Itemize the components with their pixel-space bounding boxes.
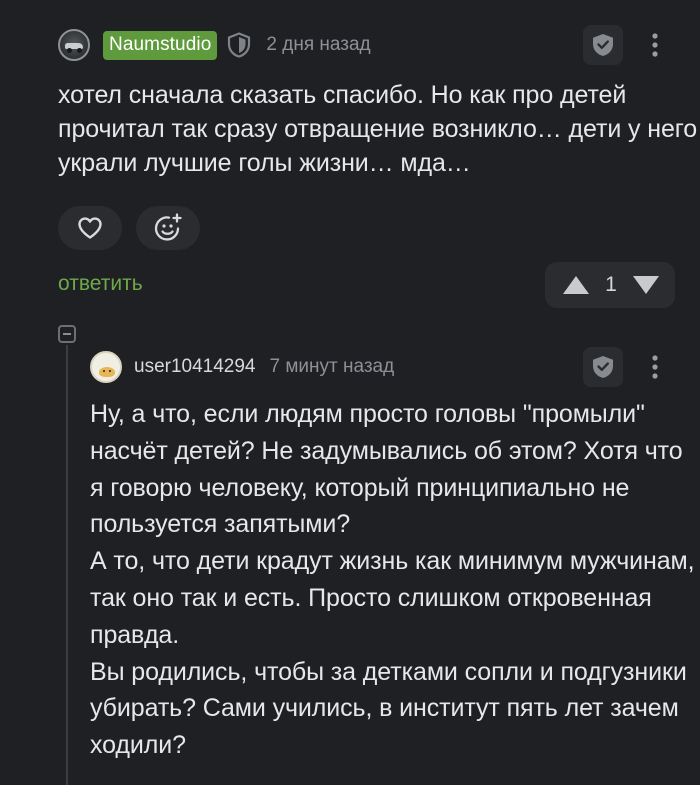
rating-control: 1: [545, 262, 675, 308]
moderate-button[interactable]: [583, 25, 623, 65]
reply-timestamp: 7 минут назад: [269, 356, 395, 377]
emoji-add-icon: [154, 213, 182, 241]
thread-line[interactable]: [66, 345, 68, 785]
reply-header: user10414294 7 минут назад: [90, 350, 394, 384]
collapse-thread-button[interactable]: [58, 325, 76, 343]
author-name[interactable]: Naumstudio: [103, 30, 218, 60]
comment-header: Naumstudio 2 дня назад: [58, 28, 371, 62]
shield-check-icon: [593, 34, 613, 56]
more-options-button[interactable]: [643, 350, 667, 384]
comment-timestamp: 2 дня назад: [266, 34, 371, 55]
more-options-button[interactable]: [643, 28, 667, 62]
like-button[interactable]: [58, 206, 122, 250]
shield-icon: [228, 32, 251, 58]
reply-link[interactable]: ответить: [58, 272, 143, 296]
moderate-button[interactable]: [583, 347, 623, 387]
add-reaction-button[interactable]: [136, 206, 200, 250]
rating-count: 1: [605, 273, 617, 296]
author-name[interactable]: user10414294: [134, 356, 256, 378]
reply-text: Ну, а что, если людям просто головы "про…: [90, 396, 695, 764]
reply-paragraph: Ну, а что, если людям просто головы "про…: [90, 400, 683, 539]
arrow-down-icon[interactable]: [631, 274, 661, 296]
avatar[interactable]: [58, 29, 90, 61]
more-vertical-icon: [652, 355, 658, 379]
comments-page: Naumstudio 2 дня назад хотел сначала ска…: [0, 0, 700, 785]
comment-text: хотел сначала сказать спасибо. Но как пр…: [58, 81, 698, 177]
heart-icon: [78, 217, 102, 239]
avatar[interactable]: [90, 351, 122, 383]
reply-paragraph: Вы родились, чтобы за детками сопли и по…: [90, 657, 687, 760]
arrow-up-icon[interactable]: [561, 274, 591, 296]
more-vertical-icon: [652, 33, 658, 57]
shield-check-icon: [593, 356, 613, 378]
reply-paragraph: А то, что дети крадут жизнь как минимум …: [90, 547, 695, 649]
